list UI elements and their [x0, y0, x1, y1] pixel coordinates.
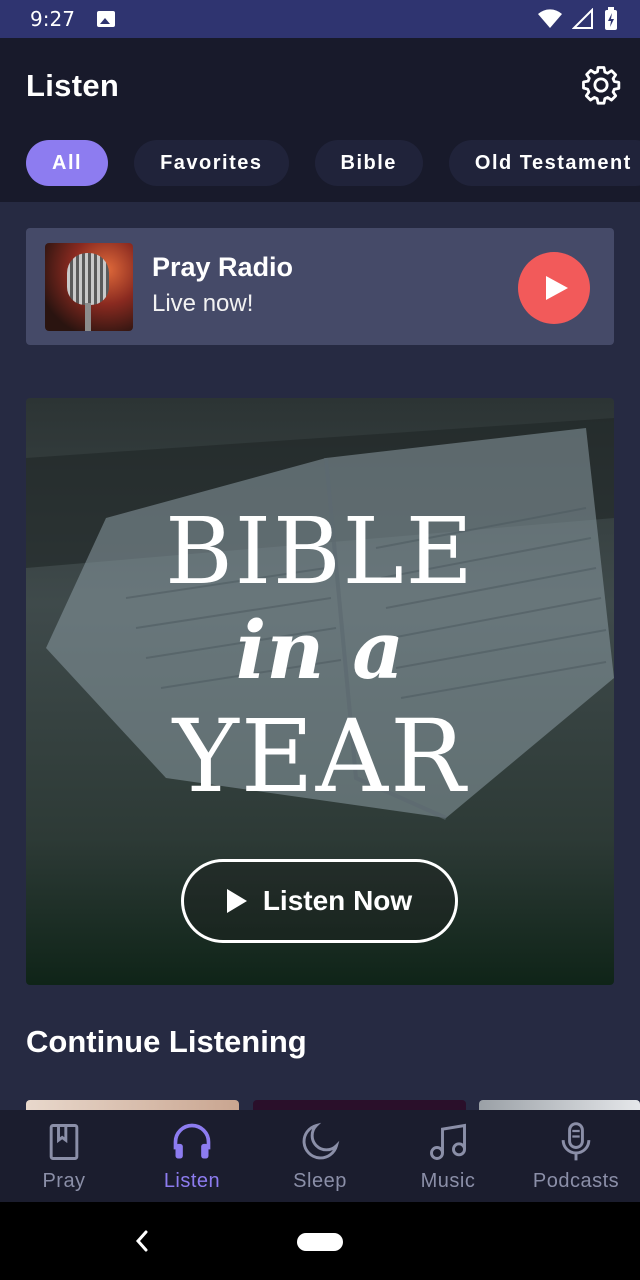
radio-play-button[interactable] [518, 252, 590, 324]
moon-icon [302, 1122, 340, 1160]
nav-label-music: Music [420, 1170, 476, 1192]
pray-radio-card[interactable]: Pray Radio Live now! [26, 228, 614, 345]
nav-listen[interactable]: Listen [128, 1110, 256, 1202]
nav-label-pray: Pray [42, 1170, 86, 1192]
back-chevron-icon[interactable] [130, 1224, 154, 1258]
nav-label-sleep: Sleep [293, 1170, 347, 1192]
chip-all[interactable]: All [26, 140, 109, 186]
status-bar: 9:27 [0, 0, 640, 38]
nav-sleep[interactable]: Sleep [256, 1110, 384, 1202]
play-icon [226, 889, 247, 913]
play-icon [546, 276, 568, 300]
chip-favorites[interactable]: Favorites [134, 140, 289, 186]
system-navigation-bar [0, 1202, 640, 1280]
home-pill[interactable] [297, 1233, 343, 1251]
bible-in-a-year-banner[interactable]: BIBLE in a YEAR Listen Now [26, 398, 614, 985]
radio-title: Pray Radio [152, 252, 294, 282]
nav-label-listen: Listen [163, 1170, 221, 1192]
nav-pray[interactable]: Pray [0, 1110, 128, 1202]
hero-title-line2: in a [235, 603, 405, 697]
radio-subtitle: Live now! [152, 290, 254, 317]
continue-listening-title: Continue Listening [26, 1024, 307, 1059]
status-time: 9:27 [30, 7, 75, 31]
microphone-icon [561, 1122, 591, 1161]
chip-bible[interactable]: Bible [314, 140, 423, 186]
headphones-icon [173, 1123, 211, 1159]
category-chips: All Favorites Bible Old Testament [26, 140, 640, 186]
listen-now-label: Listen Now [262, 885, 413, 916]
signal-icon [572, 8, 593, 29]
nav-music[interactable]: Music [384, 1110, 512, 1202]
settings-gear-icon[interactable] [580, 64, 622, 106]
status-icons [538, 7, 618, 31]
bottom-navigation: Pray Listen Sleep Music Podcasts [0, 1110, 640, 1202]
hero-title-line1: BIBLE [165, 498, 475, 605]
nav-label-podcasts: Podcasts [532, 1170, 620, 1192]
hero-title-line3: YEAR [172, 698, 468, 815]
wifi-icon [538, 9, 562, 28]
battery-icon [605, 7, 617, 30]
music-note-icon [430, 1123, 466, 1160]
image-notification-icon [96, 11, 115, 27]
microphone-thumbnail [45, 243, 133, 331]
listen-now-button[interactable]: Listen Now [181, 859, 458, 943]
nav-podcasts[interactable]: Podcasts [512, 1110, 640, 1202]
page-title: Listen [26, 68, 120, 103]
app-header: Listen All Favorites Bible Old Testament [0, 38, 640, 202]
chip-old-testament[interactable]: Old Testament [448, 140, 640, 186]
bookmark-book-icon [49, 1124, 79, 1160]
